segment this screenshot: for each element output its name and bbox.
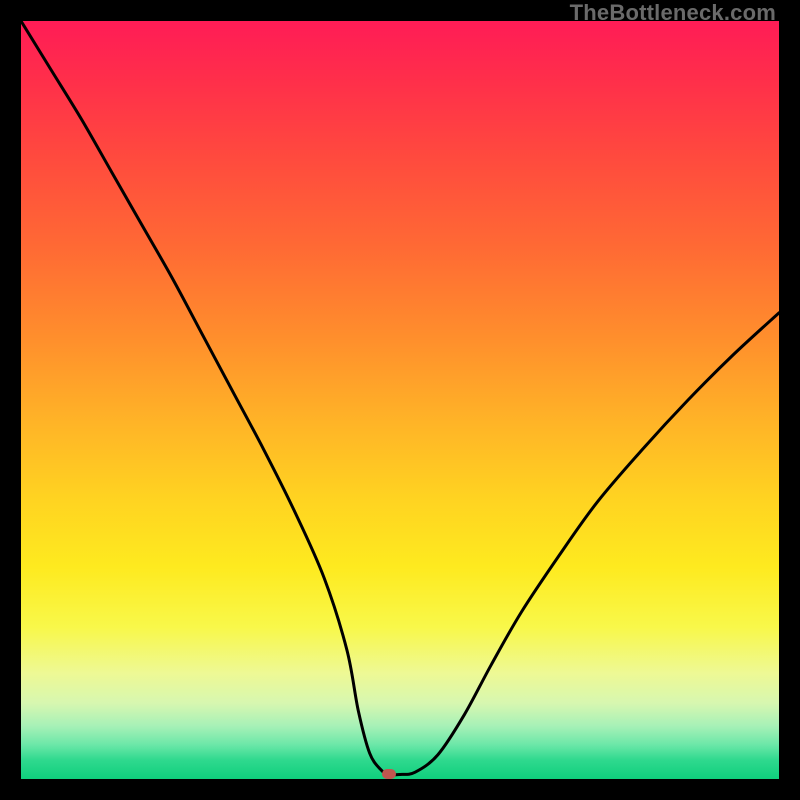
curve-path xyxy=(21,21,779,775)
watermark: TheBottleneck.com xyxy=(570,0,776,26)
optimal-point-marker xyxy=(382,769,396,779)
chart-frame: TheBottleneck.com xyxy=(0,0,800,800)
bottleneck-curve xyxy=(21,21,779,779)
